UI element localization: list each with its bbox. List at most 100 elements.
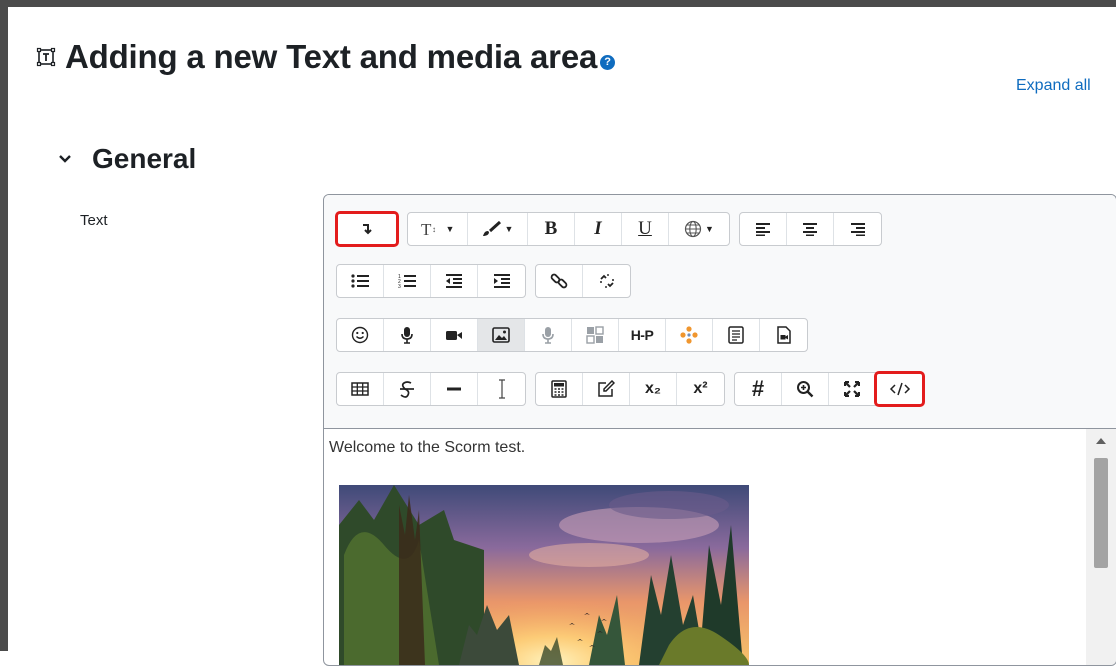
underline-button[interactable]: U [622,213,669,245]
insert-image-button[interactable] [478,319,525,351]
equation-button[interactable] [536,373,583,405]
media-button[interactable] [525,319,572,351]
unordered-list-icon [351,274,369,288]
zoom-icon [797,381,814,398]
emoji-icon [351,326,369,344]
font-color-icon [482,221,501,236]
h5p-button[interactable]: H-P [619,319,666,351]
toolbar-group-table [336,372,526,406]
svg-text:3: 3 [398,284,401,289]
expand-all-link[interactable]: Expand all [1016,77,1091,95]
molecule-button[interactable] [666,319,713,351]
link-icon [550,273,568,289]
molecule-icon [680,326,698,344]
align-center-button[interactable] [787,213,834,245]
indent-icon [493,274,510,288]
outdent-button[interactable] [431,265,478,297]
rich-text-editor: T ↕ ▼ ▼ B I U ▼ 1 2 3 H-P x₂ x² # Welcom… [323,194,1116,666]
file-embed-icon [776,326,791,344]
text-field-label: Text [80,212,108,229]
window-frame-top [0,0,1116,7]
table-button[interactable] [337,373,384,405]
record-audio-button[interactable] [384,319,431,351]
indent-button[interactable] [478,265,525,297]
media-icon [542,327,554,344]
scroll-up-arrow-icon[interactable] [1096,438,1106,444]
toolbar-group-tools: # [734,371,925,407]
toolbar-group-lists: 123 [336,264,526,298]
equation-icon [551,380,567,398]
emoji-button[interactable] [337,319,384,351]
link-button[interactable] [536,265,583,297]
section-title: General [92,143,197,174]
unordered-list-button[interactable] [337,265,384,297]
strikethrough-button[interactable] [384,373,431,405]
horizontal-rule-button[interactable] [431,373,478,405]
window-frame-left [0,0,8,651]
manage-files-button[interactable] [572,319,619,351]
page-title: Adding a new Text and media area [65,38,598,75]
file-embed-button[interactable] [760,319,807,351]
toolbar-group-align [739,212,882,246]
edit-button[interactable] [583,373,630,405]
record-video-button[interactable] [431,319,478,351]
toolbar-group-style: T ↕ ▼ ▼ B I U ▼ [407,212,730,246]
bold-button[interactable]: B [528,213,575,245]
toolbar-row-4: x₂ x² # [336,371,933,407]
svg-text:↕: ↕ [432,225,436,234]
hash-button[interactable]: # [735,373,782,405]
record-audio-icon [401,327,413,344]
caret-down-icon: ▼ [504,224,514,234]
unlink-button[interactable] [583,265,630,297]
align-right-icon [850,223,865,236]
subscript-icon: x₂ [644,380,661,397]
font-color-button[interactable]: ▼ [468,213,528,245]
scrollbar-thumb[interactable] [1094,458,1108,568]
toolbar-row-3: H-P [336,318,817,352]
caret-down-icon: ▼ [445,224,455,234]
align-right-button[interactable] [834,213,881,245]
language-button[interactable]: ▼ [669,213,729,245]
toolbar-group-toggle [335,211,399,247]
help-icon[interactable]: ? [600,54,616,70]
show-more-buttons-button[interactable] [335,211,399,247]
template-icon [728,326,744,344]
zoom-button[interactable] [782,373,829,405]
bold-icon: B [544,218,558,239]
show-more-buttons-icon [363,224,372,235]
html-source-button[interactable] [874,371,925,407]
caret-down-icon: ▼ [705,224,714,234]
toolbar-row-2: 123 [336,264,640,298]
hash-icon: # [751,376,765,401]
align-left-icon [756,223,770,236]
superscript-icon: x² [693,380,708,397]
superscript-button[interactable]: x² [677,373,724,405]
italic-icon: I [594,218,602,239]
content-paragraph: Welcome to the Scorm test. [329,439,526,456]
ordered-list-button[interactable]: 123 [384,265,431,297]
editor-content-area[interactable]: Welcome to the Scorm test. [324,429,1084,665]
svg-text:T: T [421,220,432,238]
paragraph-styles-button[interactable]: T ↕ ▼ [408,213,468,245]
chevron-down-icon[interactable] [58,154,72,164]
text-cursor-button[interactable] [478,373,525,405]
h5p-icon: H-P [630,327,654,343]
editor-toolbar: T ↕ ▼ ▼ B I U ▼ 1 2 3 H-P x₂ x² # [324,195,1116,429]
fullscreen-button[interactable] [829,373,876,405]
outdent-icon [446,274,462,288]
toolbar-group-math: x₂ x² [535,372,725,406]
toolbar-group-media: H-P [336,318,808,352]
unlink-icon [599,274,614,288]
record-video-icon [446,331,462,340]
template-button[interactable] [713,319,760,351]
section-header-general[interactable]: General [58,143,196,175]
content-scrollbar[interactable] [1086,429,1116,665]
strikethrough-icon [400,381,414,398]
text-cursor-icon [498,379,505,399]
italic-button[interactable]: I [575,213,622,245]
subscript-button[interactable]: x₂ [630,373,677,405]
edit-icon [598,380,615,397]
toolbar-group-links [535,264,631,298]
align-left-button[interactable] [740,213,787,245]
globe-icon [684,220,702,238]
